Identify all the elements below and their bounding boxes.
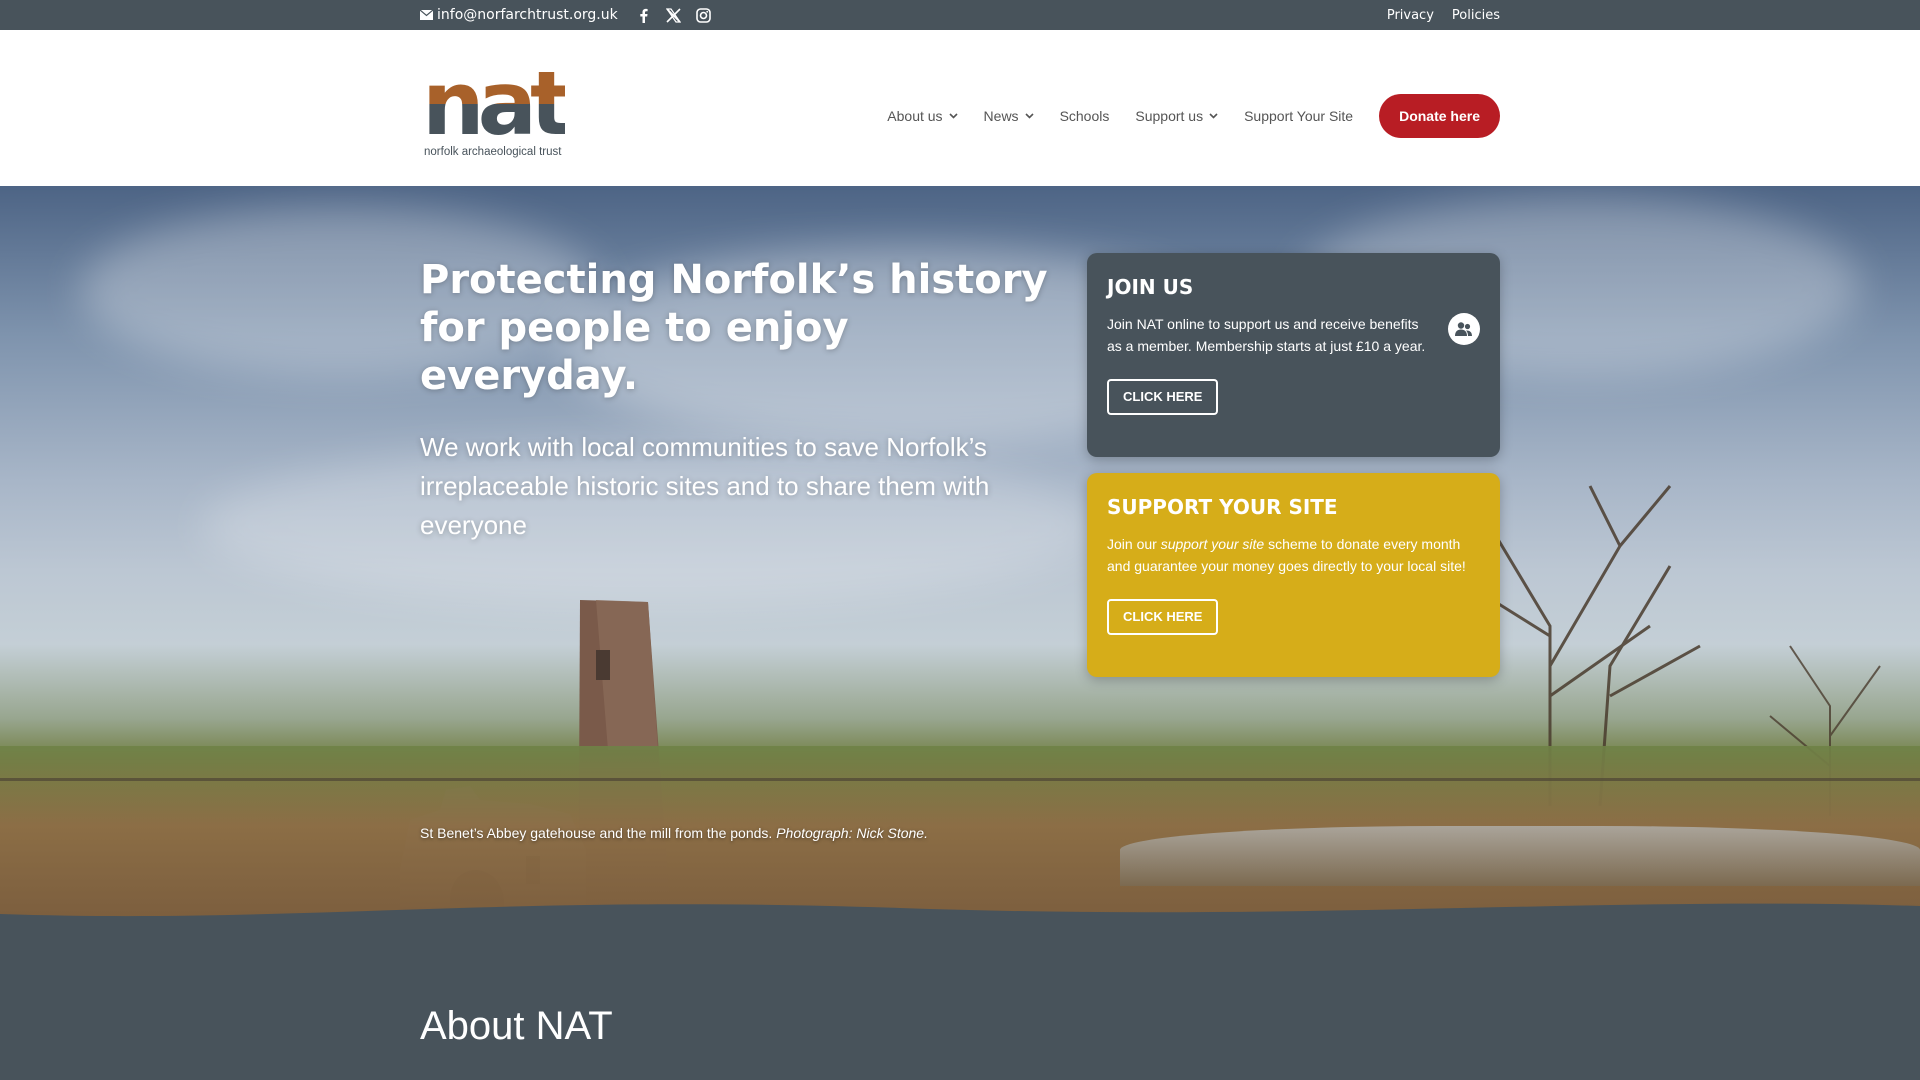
chevron-down-icon	[1024, 113, 1034, 119]
nav-item-news[interactable]: News	[984, 108, 1034, 124]
join-us-text: Join NAT online to support us and receiv…	[1107, 316, 1426, 354]
policies-link[interactable]: Policies	[1452, 8, 1500, 23]
join-us-title: JOIN US	[1107, 275, 1194, 299]
chevron-down-icon	[1209, 113, 1218, 119]
logo-subtitle: norfolk archaeological trust	[424, 146, 562, 158]
nav-item-support-us[interactable]: Support us	[1135, 108, 1218, 124]
facebook-icon[interactable]	[636, 7, 652, 23]
caption-text: St Benet’s Abbey gatehouse and the mill …	[420, 825, 777, 841]
chevron-down-icon	[948, 113, 958, 119]
members-icon	[1448, 313, 1480, 345]
join-us-button[interactable]: CLICK HERE	[1107, 379, 1219, 415]
support-text-emphasis: support your site	[1160, 536, 1265, 552]
about-title: About NAT	[420, 1004, 613, 1048]
caption-credit: Photograph: Nick Stone.	[776, 825, 928, 841]
nav-label: News	[983, 108, 1019, 124]
nav-item-support-your-site[interactable]: Support Your Site	[1244, 108, 1353, 124]
nat-logo[interactable]: nat norfolk archaeological trust	[420, 60, 574, 160]
about-section: About NAT	[0, 926, 1920, 1080]
top-bar: info@norfarchtrust.org.uk Privacy Polici…	[0, 0, 1920, 30]
social-links	[636, 7, 712, 23]
nav-label: Support us	[1135, 108, 1204, 124]
fence-line	[0, 778, 1920, 781]
nav-item-about-us[interactable]: About us	[887, 108, 958, 124]
nav-label: Schools	[1059, 108, 1110, 124]
hero-text: Protecting Norfolk’s history for people …	[420, 256, 1060, 545]
logo-mark: nat	[422, 52, 572, 155]
nav-label: Support Your Site	[1244, 108, 1354, 124]
support-your-site-button[interactable]: CLICK HERE	[1107, 599, 1219, 635]
envelope-icon	[420, 10, 433, 20]
hero-section: Protecting Norfolk’s history for people …	[0, 186, 1920, 926]
main-nav: About us News Schools Support us Support…	[887, 94, 1500, 138]
photo-caption: St Benet’s Abbey gatehouse and the mill …	[420, 822, 940, 845]
support-your-site-text: Join our support your site scheme to don…	[1107, 533, 1480, 577]
support-your-site-title: SUPPORT YOUR SITE	[1107, 495, 1338, 519]
privacy-link[interactable]: Privacy	[1387, 8, 1434, 23]
water-pond	[1120, 826, 1920, 886]
email-text: info@norfarchtrust.org.uk	[437, 7, 618, 23]
join-us-card: JOIN US Join NAT online to support us an…	[1087, 253, 1500, 457]
x-icon[interactable]	[666, 7, 682, 23]
nav-label: About us	[887, 108, 943, 124]
nav-item-schools[interactable]: Schools	[1060, 108, 1110, 124]
site-header: nat norfolk archaeological trust About u…	[0, 30, 1920, 186]
instagram-icon[interactable]	[696, 7, 712, 23]
hero-title: Protecting Norfolk’s history for people …	[420, 257, 1048, 399]
donate-button[interactable]: Donate here	[1379, 94, 1500, 138]
support-text-part: Join our	[1107, 536, 1161, 552]
hero-lead: We work with local communities to save N…	[420, 432, 990, 540]
email-link[interactable]: info@norfarchtrust.org.uk	[420, 7, 618, 23]
support-your-site-card: SUPPORT YOUR SITE Join our support your …	[1087, 473, 1500, 677]
